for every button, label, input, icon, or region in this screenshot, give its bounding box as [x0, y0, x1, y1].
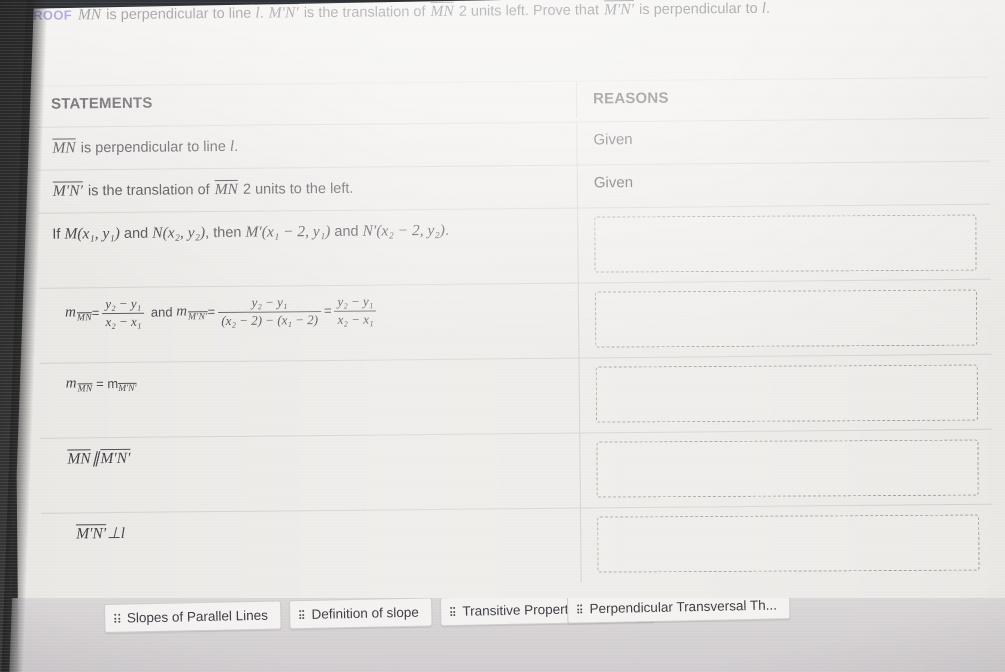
reason-dropzone-7[interactable] — [597, 514, 980, 573]
drag-handle-icon[interactable] — [114, 613, 120, 623]
stmt2-text: is the translation of — [87, 182, 210, 200]
frac1-denominator: x₂ − x₁ — [105, 313, 142, 330]
prompt-part5: perpendicular to — [653, 0, 758, 18]
reason-cell-6 — [580, 430, 993, 508]
stmt4-m2: mM′N′ — [176, 300, 208, 325]
prompt-seg-mn-2: MN — [430, 2, 454, 20]
stmt2-seg-mn: MN — [214, 180, 239, 199]
stmt4-sub-mn: MN — [76, 313, 92, 324]
reason-dropzone-5[interactable] — [595, 364, 979, 423]
reason-text-1: Given — [593, 131, 633, 149]
table-row: If M(x₁, y₁) and N(x₂, y₂), then M′(x₁ −… — [38, 204, 991, 289]
stmt4-sub-mpnp: M′N′ — [188, 312, 208, 323]
frac1-numerator: y₂ − y₁ — [102, 296, 145, 315]
answer-chip-definition-of-slope[interactable]: Definition of slope — [288, 598, 433, 630]
stmt7-perp-symbol: ⊥ — [107, 525, 121, 543]
reason-dropzone-6[interactable] — [596, 439, 979, 498]
reason-cell-5 — [580, 355, 993, 433]
reason-cell-3 — [578, 205, 991, 283]
stmt7-seg-mpnp: M′N′ — [76, 525, 107, 543]
statement-cell-1: MN is perpendicular to line l. — [37, 122, 578, 170]
prompt-line-l-2: l — [761, 0, 767, 17]
stmt3-period: . — [444, 222, 450, 239]
statements-header-label: STATEMENTS — [50, 94, 153, 113]
statement-cell-5: mMN = mM′N′ — [39, 358, 581, 438]
stmt5-sub-mn: MN — [77, 384, 93, 395]
statement-cell-6: MN∥M′N′ — [40, 433, 581, 513]
table-row: mMN= y₂ − y₁ x₂ − x₁ and mM′N′= y₂ − y₁ … — [38, 279, 992, 364]
statement-cell-3: If M(x₁, y₁) and N(x₂, y₂), then M′(x₁ −… — [38, 208, 579, 288]
stmt5-sub-mpnp: M′N′ — [118, 384, 137, 395]
reason-dropzone-3[interactable] — [594, 214, 977, 273]
prompt-part4: is — [639, 1, 650, 18]
chip-label: Definition of slope — [311, 604, 419, 622]
frac2-numerator: y₂ − y₁ — [218, 294, 321, 314]
prompt-seg-mpnp: M′N′ — [268, 4, 299, 22]
stmt3-point-mp: M′(x₁ − 2, y₁) — [245, 222, 331, 241]
answer-bank-chips: Slopes of Parallel Lines Definition of s… — [104, 598, 1004, 633]
drag-handle-icon[interactable] — [576, 604, 583, 614]
stmt1-seg-mn: MN — [52, 139, 76, 157]
stmt4-fraction-3: y₂ − y₁ x₂ − x₁ — [331, 294, 379, 328]
stmt4-fraction-1: y₂ − y₁ x₂ − x₁ — [99, 296, 147, 330]
stmt6-seg-mpnp: M′N′ — [100, 449, 131, 468]
stmt5-eq: = m — [95, 375, 119, 392]
stmt3-point-m: M(x₁, y₁) — [64, 225, 121, 243]
stmt3-and-1: and — [123, 225, 149, 242]
stmt3-point-np: N′(x₂ − 2, y₂) — [362, 221, 445, 240]
answer-bank: Slopes of Parallel Lines Definition of s… — [0, 598, 1005, 672]
stmt4-m1: mMN — [65, 301, 92, 326]
stmt2-text-end: 2 units to the left. — [242, 180, 354, 198]
prompt-seg-mpnp-2: M′N′ — [603, 1, 635, 19]
prompt-part2: is the translation of — [303, 4, 426, 22]
chip-label: Perpendicular Transversal Th... — [589, 598, 778, 617]
answer-chip-slopes-of-parallel-lines[interactable]: Slopes of Parallel Lines — [104, 600, 282, 633]
prompt-line-l: l — [255, 4, 260, 22]
stmt3-and-2: and — [334, 223, 359, 240]
stmt3-if: If — [52, 226, 61, 243]
header-cell-reasons: REASONS — [577, 78, 989, 118]
reason-dropzone-4[interactable] — [595, 289, 978, 348]
reason-cell-7 — [581, 505, 994, 583]
chip-label: Slopes of Parallel Lines — [126, 607, 269, 626]
prompt-seg-mn: MN — [77, 6, 102, 24]
table-row: MN∥M′N′ — [40, 429, 993, 514]
screen-photo: D Dashboard A Assignment Pl... PROOFMN i… — [0, 0, 1005, 672]
stmt3-then: , then — [205, 224, 242, 242]
stmt4-and: and — [150, 304, 173, 320]
statement-cell-2: M′N′ is the translation of MN 2 units to… — [37, 165, 579, 213]
assignment-page: D Dashboard A Assignment Pl... PROOFMN i… — [11, 0, 1005, 672]
frac3-denominator: x₂ − x₁ — [337, 311, 374, 327]
reasons-header-label: REASONS — [592, 89, 669, 108]
statement-cell-4: mMN= y₂ − y₁ x₂ − x₁ and mM′N′= y₂ − y₁ … — [38, 283, 580, 363]
stmt2-seg-mpnp: M′N′ — [52, 182, 84, 200]
drag-handle-icon[interactable] — [298, 609, 305, 620]
stmt4-fraction-2: y₂ − y₁ (x₂ − 2) − (x₁ − 2) — [215, 294, 324, 329]
answer-chip-perpendicular-transversal-theorem[interactable]: Perpendicular Transversal Th... — [566, 598, 791, 624]
prompt-part3: 2 units left. Prove that — [458, 2, 600, 20]
proof-table: STATEMENTS REASONS MN is perpendicular t… — [36, 76, 994, 588]
stmt1-text: is perpendicular to line — [80, 138, 226, 157]
prompt-part1: is perpendicular to line — [106, 5, 252, 24]
stmt5-m1: mMN — [66, 372, 93, 397]
stmt1-period: . — [234, 138, 239, 155]
stmt6-seg-mn: MN — [67, 450, 91, 468]
header-cell-statements: STATEMENTS — [36, 81, 578, 123]
table-row: M′N′⊥l — [40, 505, 994, 588]
statement-cell-7: M′N′⊥l — [40, 508, 582, 588]
stmt3-point-n: N(x₂, y₂) — [152, 224, 206, 242]
stmt7-line-l: l — [120, 524, 126, 543]
stmt4-eq1: = — [91, 305, 100, 321]
stmt6-parallel-symbol: ∥ — [91, 450, 100, 468]
reason-cell-2: Given — [578, 162, 990, 202]
frac2-denominator: (x₂ − 2) − (x₁ − 2) — [221, 312, 319, 328]
frac3-numerator: y₂ − y₁ — [334, 294, 377, 312]
reason-cell-1: Given — [577, 119, 989, 159]
reason-cell-4 — [579, 280, 992, 358]
table-row: mMN = mM′N′ — [39, 354, 993, 439]
drag-handle-icon[interactable] — [449, 606, 456, 617]
reason-text-2: Given — [593, 174, 634, 192]
